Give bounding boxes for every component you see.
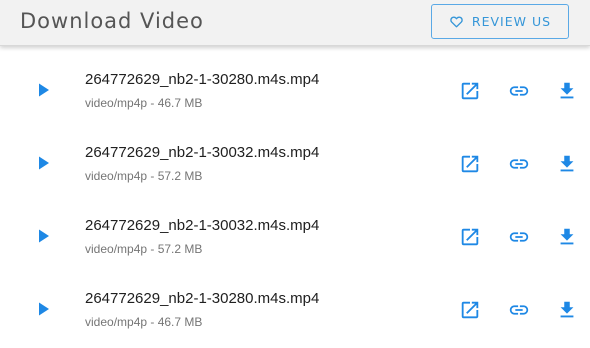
file-meta: video/mp4p - 46.7 MB bbox=[85, 315, 203, 329]
download-icon[interactable] bbox=[556, 153, 578, 175]
play-icon[interactable] bbox=[35, 228, 51, 244]
open-in-new-icon[interactable] bbox=[459, 299, 481, 321]
file-meta: video/mp4p - 57.2 MB bbox=[85, 169, 203, 183]
file-row: 264772629_nb2-1-30032.m4s.mp4 video/mp4p… bbox=[0, 119, 590, 192]
file-meta: video/mp4p - 57.2 MB bbox=[85, 242, 203, 256]
header-bar: Download Video REVIEW US bbox=[0, 0, 590, 46]
download-icon[interactable] bbox=[556, 299, 578, 321]
file-name: 264772629_nb2-1-30032.m4s.mp4 bbox=[85, 217, 320, 234]
play-icon[interactable] bbox=[35, 82, 51, 98]
link-icon[interactable] bbox=[508, 299, 530, 321]
review-us-button[interactable]: REVIEW US bbox=[431, 4, 569, 39]
file-name: 264772629_nb2-1-30280.m4s.mp4 bbox=[85, 71, 320, 88]
download-icon[interactable] bbox=[556, 226, 578, 248]
file-name: 264772629_nb2-1-30032.m4s.mp4 bbox=[85, 144, 320, 161]
open-in-new-icon[interactable] bbox=[459, 153, 481, 175]
file-name: 264772629_nb2-1-30280.m4s.mp4 bbox=[85, 290, 320, 307]
link-icon[interactable] bbox=[508, 153, 530, 175]
heart-outline-icon bbox=[450, 16, 463, 28]
open-in-new-icon[interactable] bbox=[459, 80, 481, 102]
file-meta: video/mp4p - 46.7 MB bbox=[85, 96, 203, 110]
play-icon[interactable] bbox=[35, 301, 51, 317]
file-list: 264772629_nb2-1-30280.m4s.mp4 video/mp4p… bbox=[0, 46, 590, 338]
link-icon[interactable] bbox=[508, 80, 530, 102]
open-in-new-icon[interactable] bbox=[459, 226, 481, 248]
play-icon[interactable] bbox=[35, 155, 51, 171]
link-icon[interactable] bbox=[508, 226, 530, 248]
review-us-label: REVIEW US bbox=[471, 14, 552, 29]
download-icon[interactable] bbox=[556, 80, 578, 102]
page-title: Download Video bbox=[20, 9, 204, 33]
file-row: 264772629_nb2-1-30280.m4s.mp4 video/mp4p… bbox=[0, 265, 590, 338]
file-row: 264772629_nb2-1-30032.m4s.mp4 video/mp4p… bbox=[0, 192, 590, 265]
file-row: 264772629_nb2-1-30280.m4s.mp4 video/mp4p… bbox=[0, 46, 590, 119]
